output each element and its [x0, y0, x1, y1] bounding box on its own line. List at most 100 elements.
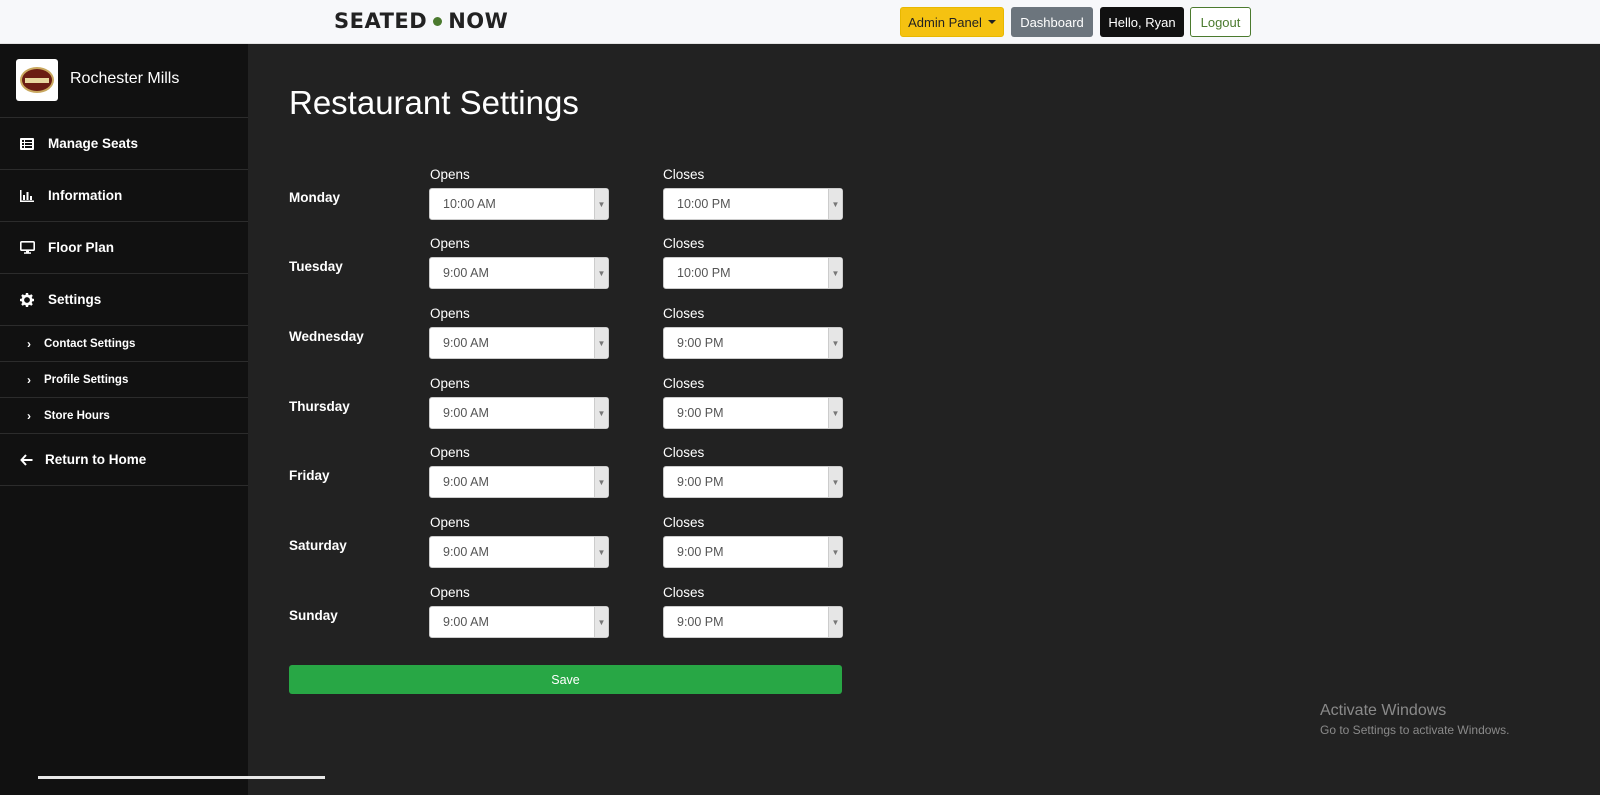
- sidebar-item-label: Settings: [48, 292, 102, 307]
- closes-label: Closes: [663, 236, 705, 251]
- sidebar-subitem-label: Contact Settings: [44, 337, 136, 350]
- chevron-down-icon: ▼: [828, 258, 842, 288]
- opens-select[interactable]: 9:00 AM ▼: [429, 466, 609, 498]
- opens-value: 9:00 AM: [443, 406, 489, 420]
- closes-select[interactable]: 9:00 PM ▼: [663, 397, 843, 429]
- sidebar-item-return-home[interactable]: Return to Home: [0, 434, 248, 486]
- opens-select[interactable]: 9:00 AM ▼: [429, 327, 609, 359]
- closes-value: 9:00 PM: [677, 336, 724, 350]
- closes-label: Closes: [663, 445, 705, 460]
- hours-row-sunday: Sunday Opens Closes 9:00 AM ▼ 9:00 PM ▼: [289, 585, 849, 655]
- bar-chart-icon: [19, 189, 35, 203]
- sidebar-subitem-contact-settings[interactable]: › Contact Settings: [0, 326, 248, 362]
- opens-select[interactable]: 10:00 AM ▼: [429, 188, 609, 220]
- restaurant-logo: [16, 59, 58, 101]
- opens-value: 9:00 AM: [443, 475, 489, 489]
- sidebar-item-manage-seats[interactable]: Manage Seats: [0, 118, 248, 170]
- opens-select[interactable]: 9:00 AM ▼: [429, 606, 609, 638]
- sidebar-item-label: Information: [48, 188, 123, 203]
- opens-value: 9:00 AM: [443, 336, 489, 350]
- logout-button[interactable]: Logout: [1190, 7, 1251, 37]
- closes-select[interactable]: 9:00 PM ▼: [663, 606, 843, 638]
- closes-label: Closes: [663, 167, 705, 182]
- opens-select[interactable]: 9:00 AM ▼: [429, 257, 609, 289]
- sidebar-item-floor-plan[interactable]: Floor Plan: [0, 222, 248, 274]
- opens-select[interactable]: 9:00 AM ▼: [429, 536, 609, 568]
- opens-label: Opens: [430, 376, 470, 391]
- restaurant-header: Rochester Mills: [0, 44, 248, 118]
- chevron-down-icon: ▼: [594, 537, 608, 567]
- opens-value: 9:00 AM: [443, 545, 489, 559]
- closes-value: 9:00 PM: [677, 475, 724, 489]
- day-label: Friday: [289, 468, 330, 483]
- admin-panel-dropdown[interactable]: Admin Panel: [900, 7, 1004, 37]
- caret-down-icon: [987, 20, 996, 24]
- chevron-right-icon: ›: [27, 408, 31, 423]
- opens-label: Opens: [430, 515, 470, 530]
- chevron-down-icon: ▼: [594, 398, 608, 428]
- closes-label: Closes: [663, 306, 705, 321]
- dashboard-button[interactable]: Dashboard: [1011, 7, 1093, 37]
- opens-label: Opens: [430, 585, 470, 600]
- closes-label: Closes: [663, 585, 705, 600]
- page-title: Restaurant Settings: [289, 84, 579, 121]
- chevron-down-icon: ▼: [828, 328, 842, 358]
- sidebar-subitem-profile-settings[interactable]: › Profile Settings: [0, 362, 248, 398]
- sidebar-subitem-label: Profile Settings: [44, 373, 129, 386]
- list-icon: [19, 137, 35, 151]
- chevron-down-icon: ▼: [594, 189, 608, 219]
- chevron-down-icon: ▼: [594, 467, 608, 497]
- hours-row-thursday: Thursday Opens Closes 9:00 AM ▼ 9:00 PM ▼: [289, 376, 849, 446]
- closes-select[interactable]: 9:00 PM ▼: [663, 536, 843, 568]
- sidebar-subitem-store-hours[interactable]: › Store Hours: [0, 398, 248, 434]
- closes-select[interactable]: 9:00 PM ▼: [663, 466, 843, 498]
- day-label: Wednesday: [289, 329, 364, 344]
- admin-panel-label: Admin Panel: [908, 14, 982, 30]
- day-label: Saturday: [289, 538, 347, 553]
- closes-select[interactable]: 10:00 PM ▼: [663, 188, 843, 220]
- sidebar-item-label: Return to Home: [45, 452, 147, 467]
- sidebar-item-label: Floor Plan: [48, 240, 115, 255]
- watermark-subtitle: Go to Settings to activate Windows.: [1320, 723, 1510, 737]
- chevron-down-icon: ▼: [828, 537, 842, 567]
- day-label: Tuesday: [289, 259, 343, 274]
- closes-label: Closes: [663, 376, 705, 391]
- user-greeting-button[interactable]: Hello, Ryan: [1100, 7, 1184, 37]
- day-label: Monday: [289, 190, 341, 205]
- closes-value: 10:00 PM: [677, 197, 731, 211]
- hours-row-tuesday: Tuesday Opens Closes 9:00 AM ▼ 10:00 PM ▼: [289, 236, 849, 306]
- chevron-right-icon: ›: [27, 372, 31, 387]
- hours-row-saturday: Saturday Opens Closes 9:00 AM ▼ 9:00 PM ▼: [289, 515, 849, 585]
- restaurant-name: Rochester Mills: [70, 70, 180, 87]
- closes-select[interactable]: 10:00 PM ▼: [663, 257, 843, 289]
- opens-value: 9:00 AM: [443, 266, 489, 280]
- save-button[interactable]: Save: [289, 665, 842, 694]
- opens-value: 10:00 AM: [443, 197, 496, 211]
- sidebar-item-settings[interactable]: Settings: [0, 274, 248, 326]
- brand-text-left: SEATED: [334, 9, 428, 33]
- gear-icon: [19, 292, 35, 307]
- hours-row-wednesday: Wednesday Opens Closes 9:00 AM ▼ 9:00 PM ▼: [289, 306, 849, 376]
- sidebar-item-label: Manage Seats: [48, 136, 139, 151]
- chevron-down-icon: ▼: [594, 607, 608, 637]
- brand-text-right: NOW: [448, 9, 509, 33]
- closes-value: 9:00 PM: [677, 615, 724, 629]
- brand-dot-icon: [433, 16, 443, 26]
- chevron-down-icon: ▼: [594, 258, 608, 288]
- horizontal-scrollbar[interactable]: [38, 776, 325, 779]
- sidebar-item-information[interactable]: Information: [0, 170, 248, 222]
- windows-activation-watermark: Activate Windows Go to Settings to activ…: [1320, 702, 1509, 737]
- arrow-left-icon: [18, 453, 34, 467]
- closes-value: 9:00 PM: [677, 545, 724, 559]
- closes-select[interactable]: 9:00 PM ▼: [663, 327, 843, 359]
- chevron-down-icon: ▼: [828, 607, 842, 637]
- sidebar-subitem-label: Store Hours: [44, 409, 110, 422]
- brand-logo[interactable]: SEATED NOW: [334, 9, 508, 33]
- chevron-down-icon: ▼: [828, 467, 842, 497]
- opens-select[interactable]: 9:00 AM ▼: [429, 397, 609, 429]
- day-label: Sunday: [289, 608, 338, 623]
- monitor-icon: [19, 241, 35, 255]
- closes-label: Closes: [663, 515, 705, 530]
- chevron-right-icon: ›: [27, 336, 31, 351]
- opens-label: Opens: [430, 445, 470, 460]
